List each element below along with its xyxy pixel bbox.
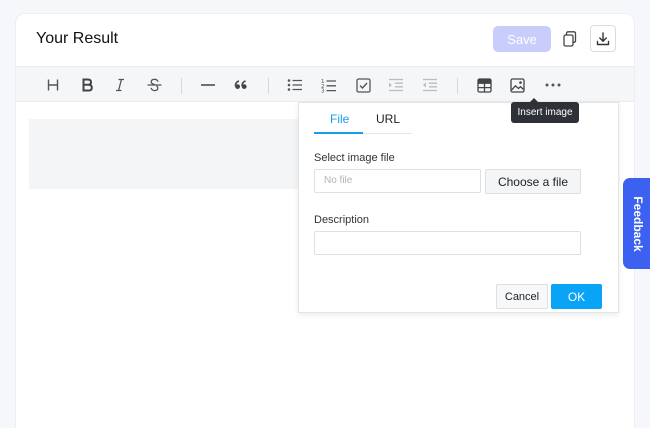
download-icon: [596, 31, 610, 45]
toolbar-divider: [268, 78, 269, 94]
toolbar-divider: [181, 78, 182, 94]
bullet-list-icon[interactable]: [283, 73, 307, 97]
result-card: Your Result Save 1 2 3 File URL Select i…: [15, 13, 635, 428]
copy-icon[interactable]: [560, 28, 580, 50]
tab-url[interactable]: URL: [376, 112, 400, 126]
editor-toolbar: 1 2 3: [16, 66, 634, 102]
tab-file[interactable]: File: [330, 112, 349, 126]
svg-text:3: 3: [321, 88, 325, 92]
quote-icon[interactable]: [229, 73, 253, 97]
italic-icon[interactable]: [108, 73, 132, 97]
page-title: Your Result: [36, 30, 119, 47]
strikethrough-icon[interactable]: [142, 73, 166, 97]
editor-content-block[interactable]: [29, 119, 319, 189]
choose-file-button[interactable]: Choose a file: [485, 169, 581, 194]
feedback-tab[interactable]: Feedback: [623, 178, 650, 269]
ordered-list-icon[interactable]: 1 2 3: [317, 73, 341, 97]
description-label: Description: [314, 214, 370, 226]
file-field[interactable]: No file: [314, 169, 481, 193]
file-placeholder: No file: [324, 175, 353, 186]
image-icon[interactable]: [505, 73, 529, 97]
download-button[interactable]: [590, 25, 616, 52]
horizontal-rule-icon[interactable]: [196, 73, 220, 97]
feedback-label: Feedback: [631, 195, 645, 252]
save-button[interactable]: Save: [493, 26, 551, 52]
heading-icon[interactable]: [41, 73, 65, 97]
toolbar-divider: [457, 78, 458, 94]
cancel-button[interactable]: Cancel: [496, 284, 548, 309]
description-input[interactable]: [314, 231, 581, 255]
checkbox-icon[interactable]: [351, 73, 375, 97]
indent-icon[interactable]: [384, 73, 408, 97]
popup-tabs: File URL: [314, 103, 412, 134]
insert-image-tooltip: Insert image: [511, 98, 579, 123]
ok-button[interactable]: OK: [551, 284, 602, 309]
table-icon[interactable]: [472, 73, 496, 97]
bold-icon[interactable]: [75, 73, 99, 97]
insert-image-popup: File URL Select image file No file Choos…: [298, 102, 619, 313]
card-header: Your Result Save: [16, 14, 634, 66]
more-icon[interactable]: [541, 73, 565, 97]
outdent-icon[interactable]: [418, 73, 442, 97]
file-label: Select image file: [314, 152, 395, 164]
active-tab-indicator: [314, 132, 363, 134]
